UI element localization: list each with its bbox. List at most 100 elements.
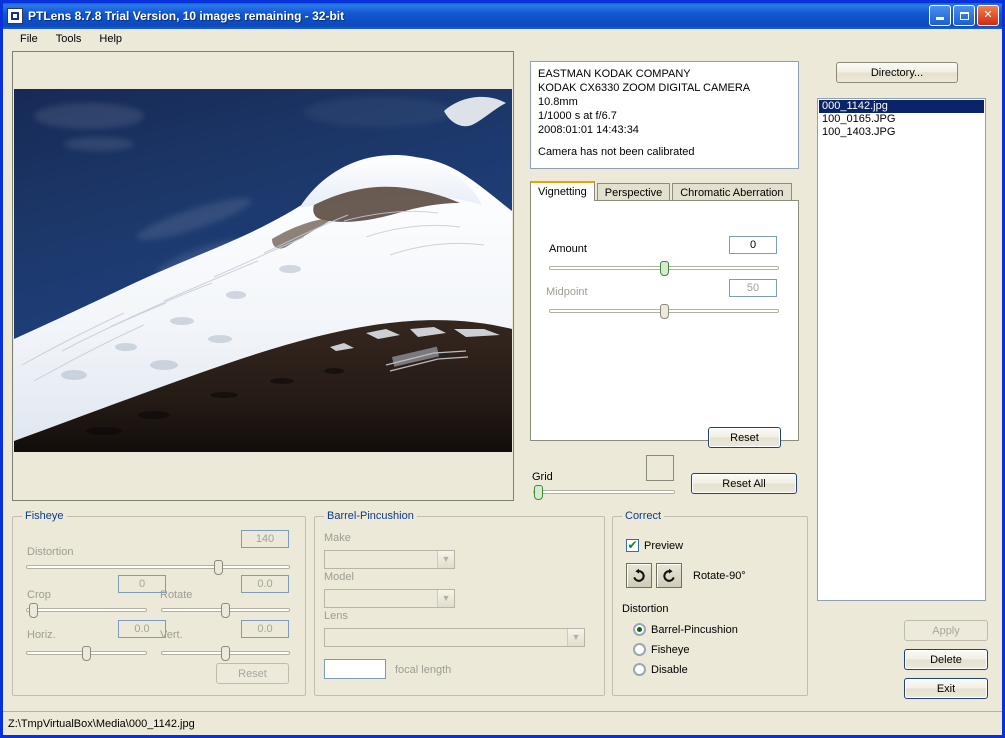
amount-slider-thumb[interactable] [660, 261, 669, 276]
barrel-group-title: Barrel-Pincushion [324, 510, 417, 522]
fisheye-reset-button[interactable]: Reset [216, 663, 289, 684]
preview-checkbox[interactable]: ✔ [626, 539, 639, 552]
delete-button[interactable]: Delete [904, 649, 988, 670]
fisheye-rotate-thumb[interactable] [221, 603, 230, 618]
tab-strip: Vignetting Perspective Chromatic Aberrat… [530, 181, 794, 201]
fisheye-vert-slider[interactable] [161, 651, 290, 655]
fisheye-crop-slider[interactable] [26, 608, 147, 612]
title-bar: PTLens 8.7.8 Trial Version, 10 images re… [3, 3, 1002, 29]
model-combo[interactable]: ▼ [324, 589, 455, 608]
correct-group: Correct ✔ Preview Rotate-90° Distortion [612, 516, 808, 696]
fisheye-horiz-thumb[interactable] [82, 646, 91, 661]
model-label: Model [324, 571, 354, 583]
radio-button[interactable] [633, 623, 646, 636]
amount-value[interactable]: 0 [729, 236, 777, 254]
fisheye-rotate-slider[interactable] [161, 608, 290, 612]
camera-make: EASTMAN KODAK COMPANY [538, 67, 791, 81]
vignetting-panel: Amount 0 Midpoint 50 Reset [530, 200, 799, 441]
menu-help[interactable]: Help [90, 31, 131, 47]
exit-button[interactable]: Exit [904, 678, 988, 699]
chevron-down-icon[interactable]: ▼ [437, 551, 454, 568]
preview-image [14, 89, 512, 452]
fisheye-rotate-value: 0.0 [241, 575, 289, 593]
fisheye-horiz-label: Horiz. [27, 629, 56, 641]
midpoint-slider [549, 309, 779, 313]
tab-vignetting[interactable]: Vignetting [530, 181, 595, 201]
ptlens-window: PTLens 8.7.8 Trial Version, 10 images re… [0, 0, 1005, 738]
grid-slider[interactable] [533, 490, 675, 494]
vignetting-reset-button[interactable]: Reset [708, 427, 781, 448]
apply-button[interactable]: Apply [904, 620, 988, 641]
lens-label: Lens [324, 610, 348, 622]
exposure-info: 1/1000 s at f/6.7 [538, 109, 791, 123]
fisheye-distortion-label: Distortion [27, 546, 73, 558]
rotate-counterclockwise-icon[interactable] [626, 563, 652, 588]
distortion-section-label: Distortion [622, 603, 668, 615]
maximize-button[interactable] [953, 5, 975, 26]
tab-perspective[interactable]: Perspective [597, 183, 670, 201]
minimize-button[interactable] [929, 5, 951, 26]
fisheye-horiz-value: 0.0 [118, 620, 166, 638]
close-button[interactable]: ✕ [977, 5, 999, 26]
chevron-down-icon[interactable]: ▼ [437, 590, 454, 607]
make-label: Make [324, 532, 351, 544]
radio-button[interactable] [633, 643, 646, 656]
directory-button[interactable]: Directory... [836, 62, 958, 83]
amount-slider[interactable] [549, 266, 779, 270]
fisheye-crop-value: 0 [118, 575, 166, 593]
chevron-down-icon[interactable]: ▼ [567, 629, 584, 646]
radio-disable[interactable]: Disable [633, 663, 688, 676]
fisheye-distortion-slider[interactable] [26, 565, 290, 569]
radio-barrel-pincushion[interactable]: Barrel-Pincushion [633, 623, 738, 636]
camera-model: KODAK CX6330 ZOOM DIGITAL CAMERA [538, 81, 791, 95]
file-list-item[interactable]: 100_1403.JPG [819, 126, 984, 139]
grid-slider-thumb[interactable] [534, 485, 543, 500]
fisheye-group-title: Fisheye [22, 510, 67, 522]
menu-file[interactable]: File [11, 31, 47, 47]
correct-group-title: Correct [622, 510, 664, 522]
make-combo[interactable]: ▼ [324, 550, 455, 569]
reset-all-button[interactable]: Reset All [691, 473, 797, 494]
grid-color-swatch[interactable] [646, 455, 674, 481]
capture-datetime: 2008:01:01 14:43:34 [538, 123, 791, 137]
tab-chromatic-aberration[interactable]: Chromatic Aberration [672, 183, 791, 201]
rotate-clockwise-icon[interactable] [656, 563, 682, 588]
correction-tabs: Vignetting Perspective Chromatic Aberrat… [530, 181, 799, 441]
file-list-item[interactable]: 100_0165.JPG [819, 113, 984, 126]
rotate-controls: Rotate-90° [626, 563, 746, 588]
focal-length: 10.8mm [538, 95, 791, 109]
midpoint-slider-thumb [660, 304, 669, 319]
status-bar: Z:\TmpVirtualBox\Media\000_1142.jpg [3, 711, 1002, 735]
menu-tools[interactable]: Tools [47, 31, 91, 47]
fisheye-rotate-label: Rotate [160, 589, 192, 601]
lens-combo[interactable]: ▼ [324, 628, 585, 647]
radio-label: Barrel-Pincushion [651, 624, 738, 636]
calibration-status: Camera has not been calibrated [538, 145, 791, 159]
fisheye-crop-label: Crop [27, 589, 51, 601]
radio-fisheye[interactable]: Fisheye [633, 643, 690, 656]
fisheye-vert-value: 0.0 [241, 620, 289, 638]
preview-label: Preview [644, 540, 683, 552]
file-list-item[interactable]: 000_1142.jpg [819, 100, 984, 113]
radio-button[interactable] [633, 663, 646, 676]
fisheye-distortion-thumb[interactable] [214, 560, 223, 575]
fisheye-group: Fisheye Distortion 140 Crop 0 Rotate 0.0… [12, 516, 306, 696]
fisheye-vert-label: Vert. [160, 629, 183, 641]
file-list[interactable]: 000_1142.jpg 100_0165.JPG 100_1403.JPG [817, 98, 986, 601]
fisheye-horiz-slider[interactable] [26, 651, 147, 655]
focal-length-label: focal length [395, 664, 451, 676]
preview-checkbox-row[interactable]: ✔ Preview [626, 539, 683, 552]
status-path: Z:\TmpVirtualBox\Media\000_1142.jpg [8, 718, 195, 730]
menu-bar: File Tools Help [3, 29, 1002, 49]
fisheye-distortion-value: 140 [241, 530, 289, 548]
focal-length-input[interactable] [324, 659, 386, 679]
amount-label: Amount [549, 243, 587, 255]
image-viewer[interactable] [12, 51, 514, 501]
app-icon [7, 8, 23, 24]
camera-info-panel: EASTMAN KODAK COMPANY KODAK CX6330 ZOOM … [530, 61, 799, 169]
fisheye-crop-thumb[interactable] [29, 603, 38, 618]
midpoint-value: 50 [729, 279, 777, 297]
fisheye-vert-thumb[interactable] [221, 646, 230, 661]
barrel-pincushion-group: Barrel-Pincushion Make ▼ Model ▼ Lens ▼ … [314, 516, 605, 696]
window-controls: ✕ [929, 5, 999, 26]
